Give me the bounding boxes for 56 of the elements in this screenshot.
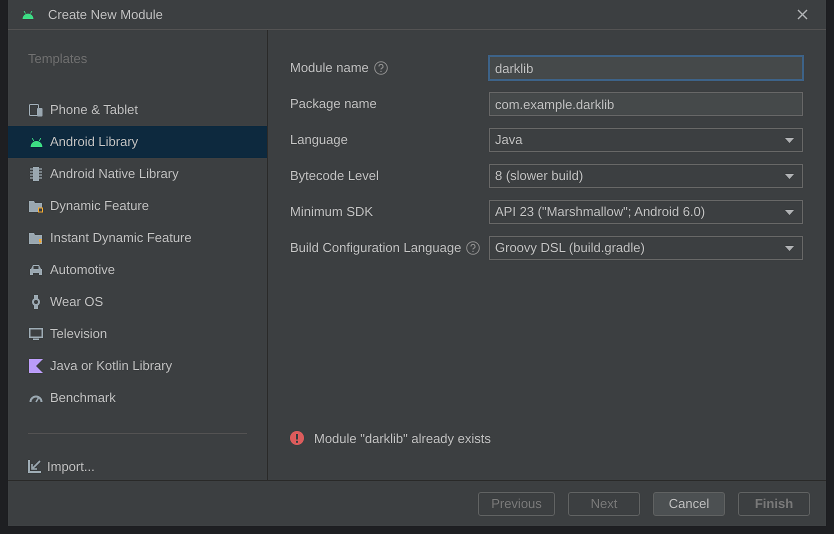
template-label: Benchmark — [50, 389, 116, 408]
help-icon[interactable] — [374, 61, 388, 75]
template-item[interactable]: Instant Dynamic Feature — [8, 222, 267, 254]
field-label: Build Configuration Language — [290, 239, 462, 258]
template-label: Java or Kotlin Library — [50, 357, 172, 376]
dropdown-arrow-icon — [785, 246, 794, 250]
close-icon[interactable] — [797, 9, 808, 20]
text-field[interactable]: darklib — [489, 56, 803, 80]
dropdown[interactable]: Java — [489, 128, 803, 152]
template-item[interactable]: Android Library — [8, 126, 267, 158]
folder-bolt-icon — [29, 232, 43, 244]
field-label: Language — [290, 131, 348, 150]
import-item[interactable]: Import... — [8, 453, 267, 480]
error-icon — [290, 431, 304, 446]
kotlin-icon — [29, 359, 43, 373]
template-label: Automotive — [50, 261, 116, 280]
template-label: Instant Dynamic Feature — [50, 229, 192, 248]
chip-icon — [30, 167, 42, 181]
template-item[interactable]: Wear OS — [8, 286, 267, 318]
template-label: Wear OS — [50, 293, 104, 312]
template-label: Android Native Library — [50, 165, 179, 184]
dropdown-arrow-icon — [785, 174, 794, 178]
dropdown[interactable]: API 23 ("Marshmallow"; Android 6.0) — [489, 200, 803, 224]
window-title: Create New Module — [48, 6, 163, 24]
template-label: Dynamic Feature — [50, 197, 149, 216]
template-item[interactable]: Dynamic Feature — [8, 190, 267, 222]
help-icon[interactable] — [466, 241, 480, 255]
template-item[interactable]: Android Native Library — [8, 158, 267, 190]
import-icon — [28, 460, 41, 473]
text-field[interactable]: com.example.darklib — [489, 92, 803, 116]
dropdown-arrow-icon — [785, 138, 794, 142]
template-item[interactable]: Television — [8, 318, 267, 350]
phone-tablet-icon — [29, 103, 43, 117]
dropdown[interactable]: 8 (slower build) — [489, 164, 803, 188]
template-label: Phone & Tablet — [50, 101, 138, 120]
template-item[interactable]: Benchmark — [8, 382, 267, 414]
field-label: Module name — [290, 59, 369, 78]
template-label: Television — [50, 325, 108, 344]
dropdown-arrow-icon — [785, 210, 794, 214]
television-icon — [29, 328, 43, 340]
template-item[interactable]: Java or Kotlin Library — [8, 350, 267, 382]
android-icon — [22, 10, 34, 18]
gauge-icon — [29, 393, 43, 403]
field-label: Package name — [290, 95, 377, 114]
android-icon — [30, 138, 42, 146]
dropdown[interactable]: Groovy DSL (build.gradle) — [489, 236, 803, 260]
template-item[interactable]: Phone & Tablet — [8, 94, 267, 126]
car-icon — [29, 264, 43, 276]
watch-icon — [31, 295, 41, 309]
field-label: Bytecode Level — [290, 167, 379, 186]
template-label: Android Library — [50, 133, 138, 152]
dialog-button[interactable]: Cancel — [653, 492, 725, 516]
template-item[interactable]: Automotive — [8, 254, 267, 286]
error-message: Module "darklib" already exists — [314, 430, 491, 448]
field-label: Minimum SDK — [290, 203, 374, 222]
folder-icon — [29, 200, 43, 212]
